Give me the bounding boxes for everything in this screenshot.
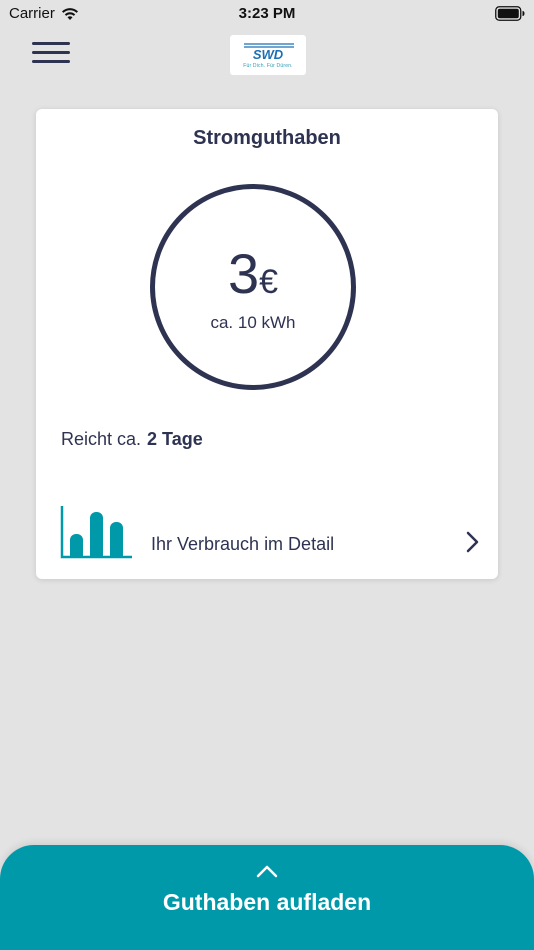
balance-currency: € [259,263,279,301]
balance-energy: ca. 10 kWh [210,313,296,332]
chevron-up-icon [256,865,278,878]
logo-tagline: Für Dich. Für Düren. [243,62,293,69]
balance-ring: 3€ ca. 10 kWh [150,184,356,390]
detail-link-label: Ihr Verbrauch im Detail [151,534,335,554]
balance-card: Stromguthaben 3€ ca. 10 kWh Reicht ca. 2 … [36,109,498,579]
menu-bar [32,42,70,45]
battery-icon [495,6,525,21]
screen: Carrier 3:23 PM SWD Für Dich. Für Düren.… [0,0,534,950]
chevron-right-icon [466,531,479,553]
balance-amount: 3€ [155,241,351,306]
duration-value: 2 Tage [147,429,203,449]
status-bar: Carrier 3:23 PM [0,0,534,28]
consumption-detail-link[interactable]: Ihr Verbrauch im Detail [36,494,498,579]
top-up-label: Guthaben aufladen [162,889,372,915]
top-up-button[interactable]: Guthaben aufladen [0,845,534,950]
balance-value: 3 [227,242,260,305]
card-title: Stromguthaben [193,127,341,149]
swd-logo: SWD Für Dich. Für Düren. [230,35,306,75]
duration-text: Reicht ca. 2 Tage [61,429,203,450]
swd-logo-mark: SWD [244,42,294,62]
duration-label: Reicht ca. [61,429,142,449]
bar-chart-icon [60,506,132,559]
status-time: 3:23 PM [238,5,296,22]
menu-bar [32,60,70,63]
logo-text: SWD [253,47,284,62]
menu-button[interactable] [30,38,74,68]
menu-bar [32,51,70,54]
